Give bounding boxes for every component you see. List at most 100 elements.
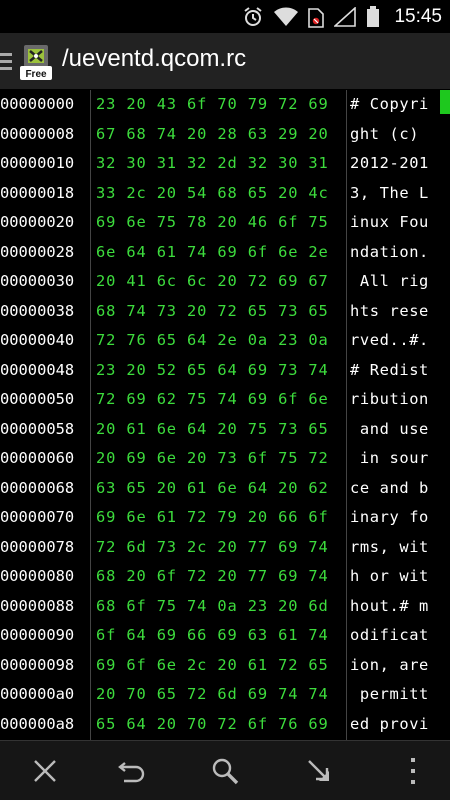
hex-ascii[interactable]: inux Fou — [350, 208, 429, 237]
hex-row[interactable]: 00000060 20 69 6e 20 73 6f 75 72 in sour — [0, 444, 450, 473]
clock: 15:45 — [394, 5, 442, 27]
hex-address: 00000088 — [0, 596, 75, 615]
hex-ascii[interactable]: ribution — [350, 385, 429, 414]
hex-bytes[interactable]: 63 65 20 61 6e 64 20 62 — [96, 474, 329, 503]
hex-bytes[interactable]: 68 20 6f 72 20 77 69 74 — [96, 562, 329, 591]
hex-row[interactable]: 00000020 69 6e 75 78 20 46 6f 75 inux Fou — [0, 208, 450, 237]
hex-bytes[interactable]: 32 30 31 32 2d 32 30 31 — [96, 149, 329, 178]
hex-bytes[interactable]: 72 6d 73 2c 20 77 69 74 — [96, 533, 329, 562]
hex-row[interactable]: 00000058 20 61 6e 64 20 75 73 65 and use — [0, 415, 450, 444]
hex-row[interactable]: 00000038 68 74 73 20 72 65 73 65 hts rese — [0, 297, 450, 326]
hex-bytes[interactable]: 33 2c 20 54 68 65 20 4c — [96, 179, 329, 208]
hex-bytes[interactable]: 23 20 52 65 64 69 73 74 — [96, 356, 329, 385]
hex-ascii[interactable]: ndation. — [350, 238, 429, 267]
close-icon — [34, 760, 56, 782]
hex-ascii[interactable]: ght (c) — [350, 120, 429, 149]
hex-row[interactable]: 00000090 6f 64 69 66 69 63 61 74 odificat — [0, 621, 450, 650]
undo-icon — [118, 762, 145, 783]
hex-row[interactable]: 00000010 32 30 31 32 2d 32 30 31 2012-201 — [0, 149, 450, 178]
hex-row[interactable]: 00000078 72 6d 73 2c 20 77 69 74 rms, wit — [0, 533, 450, 562]
hex-address: 00000020 — [0, 213, 75, 231]
hex-bytes[interactable]: 69 6f 6e 2c 20 61 72 65 — [96, 651, 329, 680]
hex-row[interactable]: 00000040 72 76 65 64 2e 0a 23 0a rved..#. — [0, 326, 450, 355]
hex-address: 000000a0 — [0, 685, 75, 703]
hex-address: 00000058 — [0, 419, 75, 438]
hex-bytes[interactable]: 72 76 65 64 2e 0a 23 0a — [96, 326, 329, 355]
file-title: /ueventd.qcom.rc — [62, 45, 247, 72]
hex-bytes[interactable]: 20 41 6c 6c 20 72 69 67 — [96, 267, 329, 296]
hex-ascii[interactable]: odificat — [350, 621, 429, 650]
hex-bytes[interactable]: 68 74 73 20 72 65 73 65 — [96, 297, 329, 326]
drawer-menu-icon[interactable] — [0, 53, 12, 74]
hex-ascii[interactable]: # Redist — [350, 356, 429, 385]
hex-row[interactable]: 000000a8 65 64 20 70 72 6f 76 69 ed provi — [0, 710, 450, 739]
hex-bytes[interactable]: 6f 64 69 66 69 63 61 74 — [96, 621, 329, 650]
hex-row[interactable]: 00000088 68 6f 75 74 0a 23 20 6d hout.# m — [0, 592, 450, 621]
hex-row[interactable]: 000000a0 20 70 65 72 6d 69 74 74 permitt — [0, 680, 450, 709]
hex-address: 00000078 — [0, 537, 75, 556]
hex-ascii[interactable]: hout.# m — [350, 592, 429, 621]
hex-view[interactable]: 00000000 23 20 43 6f 70 79 72 69 # Copyri 0… — [0, 90, 450, 740]
hex-bytes[interactable]: 67 68 74 20 28 63 29 20 — [96, 120, 329, 149]
action-bar: Free /ueventd.qcom.rc — [0, 33, 450, 89]
hex-ascii[interactable]: # Copyri — [350, 90, 429, 119]
hex-bytes[interactable]: 20 69 6e 20 73 6f 75 72 — [96, 444, 329, 473]
alarm-icon — [242, 6, 264, 28]
hex-address: 00000098 — [0, 655, 75, 674]
hex-row[interactable]: 00000028 6e 64 61 74 69 6f 6e 2e ndation. — [0, 238, 450, 267]
hex-address: 00000030 — [0, 272, 75, 290]
hex-ascii[interactable]: All rig — [350, 267, 429, 296]
hex-bytes[interactable]: 23 20 43 6f 70 79 72 69 — [96, 90, 329, 119]
hex-address: 00000028 — [0, 242, 75, 261]
edit-cursor — [440, 90, 450, 114]
hex-ascii[interactable]: ion, are — [350, 651, 429, 680]
hex-ascii[interactable]: ed provi — [350, 710, 429, 739]
hex-row[interactable]: 00000018 33 2c 20 54 68 65 20 4c 3, The L — [0, 179, 450, 208]
hex-ascii[interactable]: rved..#. — [350, 326, 429, 355]
hex-row[interactable]: 00000068 63 65 20 61 6e 64 20 62 ce and b — [0, 474, 450, 503]
hex-bytes[interactable]: 69 6e 61 72 79 20 66 6f — [96, 503, 329, 532]
hex-address: 00000008 — [0, 124, 75, 143]
hex-row[interactable]: 00000008 67 68 74 20 28 63 29 20 ght (c) — [0, 120, 450, 149]
hex-address: 00000070 — [0, 508, 75, 526]
hex-ascii[interactable]: inary fo — [350, 503, 429, 532]
hex-ascii[interactable]: 3, The L — [350, 179, 429, 208]
hex-row[interactable]: 00000080 68 20 6f 72 20 77 69 74 h or wit — [0, 562, 450, 591]
hex-ascii[interactable]: ce and b — [350, 474, 429, 503]
battery-icon — [366, 5, 380, 28]
hex-ascii[interactable]: hts rese — [350, 297, 429, 326]
hex-bytes[interactable]: 69 6e 75 78 20 46 6f 75 — [96, 208, 329, 237]
overflow-menu-button[interactable] — [368, 741, 450, 800]
hex-bytes[interactable]: 6e 64 61 74 69 6f 6e 2e — [96, 238, 329, 267]
hex-ascii[interactable]: in sour — [350, 444, 429, 473]
hex-address: 00000060 — [0, 449, 75, 467]
hex-row[interactable]: 00000070 69 6e 61 72 79 20 66 6f inary fo — [0, 503, 450, 532]
hex-bytes[interactable]: 65 64 20 70 72 6f 76 69 — [96, 710, 329, 739]
hex-bytes[interactable]: 72 69 62 75 74 69 6f 6e — [96, 385, 329, 414]
hex-row[interactable]: 00000048 23 20 52 65 64 69 73 74 # Redist — [0, 356, 450, 385]
hex-ascii[interactable]: h or wit — [350, 562, 429, 591]
hex-ascii[interactable]: rms, wit — [350, 533, 429, 562]
app-logo[interactable]: Free — [16, 42, 56, 82]
hex-row[interactable]: 00000000 23 20 43 6f 70 79 72 69 # Copyri — [0, 90, 450, 119]
search-button[interactable] — [180, 741, 270, 800]
hex-address: 00000090 — [0, 626, 75, 644]
hex-bytes[interactable]: 20 70 65 72 6d 69 74 74 — [96, 680, 329, 709]
hex-row[interactable]: 00000098 69 6f 6e 2c 20 61 72 65 ion, are — [0, 651, 450, 680]
hex-ascii[interactable]: permitt — [350, 680, 429, 709]
hex-address: 00000068 — [0, 478, 75, 497]
hex-row[interactable]: 00000050 72 69 62 75 74 69 6f 6e ribution — [0, 385, 450, 414]
hex-address: 00000040 — [0, 331, 75, 349]
goto-button[interactable] — [274, 741, 364, 800]
hex-bytes[interactable]: 20 61 6e 64 20 75 73 65 — [96, 415, 329, 444]
hex-address: 00000080 — [0, 567, 75, 585]
hex-address: 00000050 — [0, 390, 75, 408]
close-button[interactable] — [0, 741, 90, 800]
hex-ascii[interactable]: and use — [350, 415, 429, 444]
hex-row[interactable]: 00000030 20 41 6c 6c 20 72 69 67 All rig — [0, 267, 450, 296]
undo-button[interactable] — [87, 741, 177, 800]
hex-bytes[interactable]: 68 6f 75 74 0a 23 20 6d — [96, 592, 329, 621]
hex-ascii[interactable]: 2012-201 — [350, 149, 429, 178]
hex-address: 00000048 — [0, 360, 75, 379]
wifi-icon — [274, 7, 299, 27]
